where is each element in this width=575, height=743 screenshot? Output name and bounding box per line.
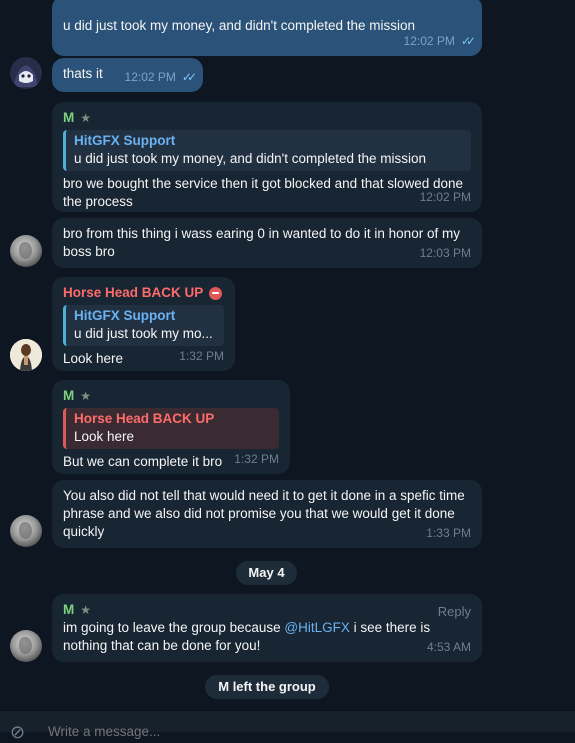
message-bubble[interactable]: M ★ Reply im going to leave the group be… bbox=[52, 594, 482, 662]
message-bubble[interactable]: thats it 12:02 PM ✓✓ bbox=[52, 58, 203, 92]
sender-name-text: M bbox=[63, 602, 75, 617]
message-text: bro from this thing i wass earing 0 in w… bbox=[63, 226, 460, 259]
message-time: 12:03 PM bbox=[419, 246, 471, 260]
date-separator: May 4 bbox=[236, 561, 297, 585]
avatar[interactable] bbox=[10, 339, 42, 371]
composer-bar: ⊘ bbox=[0, 710, 575, 742]
avatar[interactable] bbox=[10, 515, 42, 547]
sender-name-text: M bbox=[63, 110, 75, 125]
paperclip-icon[interactable]: ⊘ bbox=[10, 722, 25, 743]
mention-link[interactable]: @HitLGFX bbox=[284, 620, 349, 635]
star-icon: ★ bbox=[80, 389, 92, 403]
sender-name[interactable]: M ★ bbox=[63, 109, 471, 127]
double-check-icon: ✓✓ bbox=[460, 34, 476, 48]
quote-text: u did just took my money, and didn't com… bbox=[74, 151, 427, 166]
message-time: 1:32 PM bbox=[234, 452, 279, 466]
message-time: 1:33 PM bbox=[426, 526, 471, 540]
message-text: You also did not tell that would need it… bbox=[63, 488, 465, 539]
sender-name[interactable]: Horse Head BACK UP bbox=[63, 284, 224, 302]
quote-text: Look here bbox=[74, 429, 135, 444]
message-bubble[interactable]: Horse Head BACK UP HitGFX Support u did … bbox=[52, 277, 235, 371]
double-check-icon: ✓✓ bbox=[181, 70, 197, 84]
message-text: bro we bought the service then it got bl… bbox=[63, 176, 464, 209]
message-bubble[interactable]: u did just took my money, and didn't com… bbox=[52, 0, 482, 56]
sender-name-text: Horse Head BACK UP bbox=[63, 285, 204, 300]
service-message: M left the group bbox=[205, 675, 329, 699]
no-entry-icon bbox=[209, 286, 223, 300]
quote-text: u did just took my mo... bbox=[74, 326, 213, 341]
message-text: im going to leave the group because @Hit… bbox=[63, 619, 473, 655]
sender-name[interactable]: M ★ bbox=[63, 387, 279, 405]
message-time: 12:02 PM bbox=[419, 190, 471, 204]
reply-button[interactable]: Reply bbox=[438, 603, 471, 621]
message-time-text: 12:02 PM bbox=[124, 70, 176, 84]
avatar[interactable] bbox=[10, 630, 42, 662]
sender-name-text: M bbox=[63, 388, 75, 403]
message-bubble[interactable]: M ★ Horse Head BACK UP Look here But we … bbox=[52, 380, 290, 474]
message-text-part: im going to leave the group because bbox=[63, 620, 285, 635]
star-icon: ★ bbox=[80, 603, 92, 617]
message-time: 1:32 PM bbox=[179, 349, 224, 363]
message-bubble[interactable]: You also did not tell that would need it… bbox=[52, 480, 482, 548]
message-time-text: 12:02 PM bbox=[403, 34, 455, 48]
message-time: 12:02 PM ✓✓ bbox=[403, 32, 477, 50]
sender-name[interactable]: M ★ bbox=[63, 601, 471, 619]
avatar[interactable] bbox=[10, 235, 42, 267]
message-time: 4:53 AM bbox=[426, 640, 471, 654]
quote-author: HitGFX Support bbox=[74, 308, 176, 323]
reply-quote[interactable]: HitGFX Support u did just took my mo... bbox=[63, 305, 224, 346]
reply-quote[interactable]: Horse Head BACK UP Look here bbox=[63, 408, 279, 449]
star-icon: ★ bbox=[80, 111, 92, 125]
avatar[interactable] bbox=[10, 57, 42, 89]
reply-quote[interactable]: HitGFX Support u did just took my money,… bbox=[63, 130, 471, 171]
quote-author: Horse Head BACK UP bbox=[74, 411, 215, 426]
message-time: 12:02 PM ✓✓ bbox=[124, 68, 198, 86]
quote-author: HitGFX Support bbox=[74, 133, 176, 148]
message-bubble[interactable]: bro from this thing i wass earing 0 in w… bbox=[52, 218, 482, 268]
message-bubble[interactable]: M ★ HitGFX Support u did just took my mo… bbox=[52, 102, 482, 212]
